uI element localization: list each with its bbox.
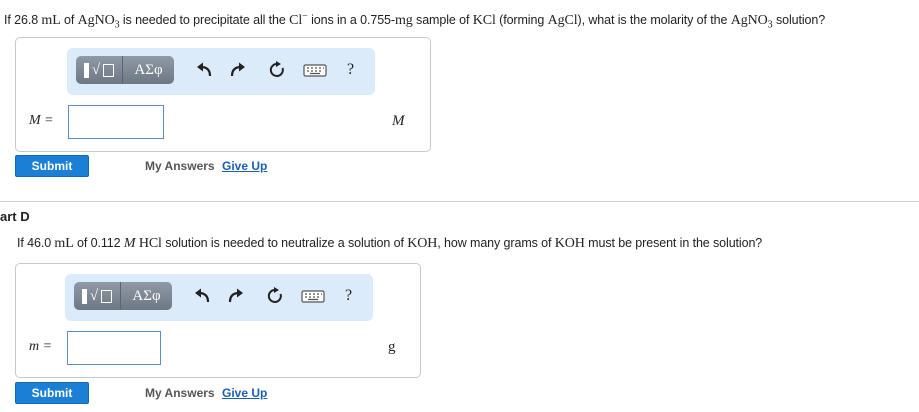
keyboard-icon[interactable]	[303, 60, 327, 80]
part-d-header: art D	[0, 209, 30, 224]
reset-icon[interactable]	[267, 60, 287, 80]
answer-box-part-c: √ ΑΣφ ? M = M	[15, 37, 431, 152]
help-icon[interactable]: ?	[345, 287, 352, 305]
give-up-link-part-c[interactable]: Give Up	[222, 159, 267, 173]
keyboard-icon[interactable]	[301, 286, 325, 306]
greek-symbols-icon: ΑΣφ	[134, 61, 163, 78]
help-icon[interactable]: ?	[347, 61, 354, 79]
redo-icon[interactable]	[225, 286, 245, 306]
section-divider	[0, 201, 919, 202]
redo-icon[interactable]	[227, 60, 247, 80]
template-group: √ ΑΣφ	[74, 282, 172, 310]
equation-toolbar: √ ΑΣφ ?	[67, 48, 375, 95]
greek-symbols-button[interactable]: ΑΣφ	[123, 56, 174, 84]
answer-input-part-c[interactable]	[68, 105, 164, 139]
greek-symbols-icon: ΑΣφ	[132, 287, 161, 304]
submit-button-part-d[interactable]: Submit	[15, 382, 89, 404]
variable-label: M =	[29, 113, 54, 128]
variable-label: m =	[29, 339, 53, 354]
answer-box-part-d: √ ΑΣφ ? m = g	[15, 263, 421, 378]
question-text-part-d: If 46.0 mL of 0.112 M HCl solution is ne…	[17, 236, 763, 251]
undo-icon[interactable]	[193, 286, 213, 306]
answer-input-part-d[interactable]	[67, 331, 161, 365]
unit-label: M	[392, 113, 405, 129]
template-button[interactable]: √	[74, 282, 120, 310]
greek-symbols-button[interactable]: ΑΣφ	[121, 282, 172, 310]
give-up-link-part-d[interactable]: Give Up	[222, 386, 267, 400]
template-button[interactable]: √	[76, 56, 122, 84]
template-icon: √	[81, 288, 113, 305]
equation-toolbar: √ ΑΣφ ?	[65, 274, 373, 321]
template-group: √ ΑΣφ	[76, 56, 174, 84]
reset-icon[interactable]	[265, 286, 285, 306]
my-answers-link-part-c[interactable]: My Answers	[145, 159, 215, 173]
undo-icon[interactable]	[195, 60, 215, 80]
my-answers-link-part-d[interactable]: My Answers	[145, 386, 215, 400]
template-icon: √	[83, 62, 115, 79]
submit-button-part-c[interactable]: Submit	[15, 155, 89, 177]
unit-label: g	[388, 339, 396, 355]
question-text-part-c: If 26.8 mL of AgNO3 is needed to precipi…	[4, 11, 826, 31]
